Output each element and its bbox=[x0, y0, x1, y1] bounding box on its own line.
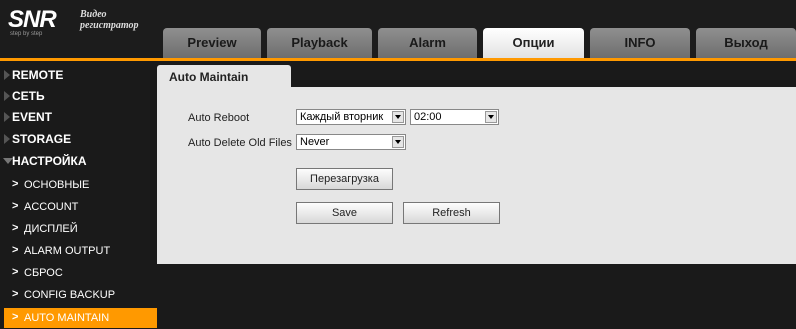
logo-brand: SNR bbox=[8, 6, 57, 33]
dropdown-arrow-icon bbox=[485, 111, 497, 123]
auto-delete-value: Never bbox=[300, 136, 330, 148]
sidebar-group-label: REMOTE bbox=[12, 68, 64, 82]
sidebar-item-auto-maintain[interactable]: > AUTO MAINTAIN bbox=[4, 308, 157, 328]
sidebar-item-alarm-output[interactable]: > ALARM OUTPUT bbox=[4, 241, 157, 261]
collapsed-arrow-icon bbox=[4, 134, 10, 144]
auto-reboot-day-value: Каждый вторник bbox=[300, 111, 384, 123]
sidebar-item-label: ALARM OUTPUT bbox=[24, 245, 111, 257]
refresh-button[interactable]: Refresh bbox=[403, 202, 500, 224]
chevron-right-icon: > bbox=[12, 178, 19, 190]
header: SNR step by step Видео регистратор Previ… bbox=[0, 0, 796, 58]
sidebar-group-event[interactable]: EVENT bbox=[0, 107, 157, 127]
collapsed-arrow-icon bbox=[4, 112, 10, 122]
auto-reboot-time-value: 02:00 bbox=[414, 111, 442, 123]
sidebar-item-label: СБРОС bbox=[24, 267, 63, 279]
tab-preview[interactable]: Preview bbox=[163, 28, 261, 58]
sidebar-item-config-backup[interactable]: > CONFIG BACKUP bbox=[4, 285, 157, 305]
top-tab-bar: Preview Playback Alarm Опции INFO Выход bbox=[157, 24, 796, 58]
sidebar: REMOTE СЕТЬ EVENT STORAGE НАСТРОЙКА > ОС… bbox=[0, 61, 157, 329]
auto-reboot-time-select[interactable]: 02:00 bbox=[410, 109, 499, 125]
sidebar-item-label: CONFIG BACKUP bbox=[24, 289, 116, 301]
chevron-right-icon: > bbox=[12, 244, 19, 256]
collapsed-arrow-icon bbox=[4, 70, 10, 80]
dropdown-arrow-icon bbox=[392, 136, 404, 148]
page-title-tab: Auto Maintain bbox=[157, 65, 291, 89]
auto-delete-select[interactable]: Never bbox=[296, 134, 406, 150]
chevron-right-icon: > bbox=[12, 311, 19, 323]
sidebar-group-network[interactable]: СЕТЬ bbox=[0, 86, 157, 106]
reboot-button[interactable]: Перезагрузка bbox=[296, 168, 393, 190]
auto-delete-label: Auto Delete Old Files bbox=[188, 137, 292, 149]
sidebar-item-reset[interactable]: > СБРОС bbox=[4, 263, 157, 283]
sidebar-group-storage[interactable]: STORAGE bbox=[0, 129, 157, 149]
save-button[interactable]: Save bbox=[296, 202, 393, 224]
sidebar-item-label: ОСНОВНЫЕ bbox=[24, 179, 90, 191]
sidebar-group-remote[interactable]: REMOTE bbox=[0, 65, 157, 85]
sidebar-item-account[interactable]: > ACCOUNT bbox=[4, 197, 157, 217]
sidebar-item-display[interactable]: > ДИСПЛЕЙ bbox=[4, 219, 157, 239]
logo-tagline: step by step bbox=[10, 31, 43, 37]
chevron-right-icon: > bbox=[12, 266, 19, 278]
sidebar-group-label: EVENT bbox=[12, 110, 53, 124]
sidebar-item-basic[interactable]: > ОСНОВНЫЕ bbox=[4, 175, 157, 195]
logo-caption-line2: регистратор bbox=[80, 20, 139, 31]
sidebar-item-label: AUTO MAINTAIN bbox=[24, 312, 110, 324]
sidebar-item-label: ДИСПЛЕЙ bbox=[24, 223, 78, 235]
sidebar-group-label: STORAGE bbox=[12, 132, 72, 146]
tab-info[interactable]: INFO bbox=[590, 28, 690, 58]
tab-playback[interactable]: Playback bbox=[267, 28, 372, 58]
chevron-right-icon: > bbox=[12, 288, 19, 300]
snr-logo: SNR step by step Видео регистратор bbox=[4, 4, 154, 42]
tab-options[interactable]: Опции bbox=[483, 28, 584, 58]
sidebar-group-label: НАСТРОЙКА bbox=[12, 154, 87, 168]
auto-reboot-day-select[interactable]: Каждый вторник bbox=[296, 109, 406, 125]
dropdown-arrow-icon bbox=[392, 111, 404, 123]
tab-alarm[interactable]: Alarm bbox=[378, 28, 477, 58]
chevron-right-icon: > bbox=[12, 222, 19, 234]
sidebar-group-settings[interactable]: НАСТРОЙКА bbox=[0, 151, 157, 171]
sidebar-item-label: ACCOUNT bbox=[24, 201, 79, 213]
auto-reboot-label: Auto Reboot bbox=[188, 112, 250, 124]
tab-logout[interactable]: Выход bbox=[696, 28, 796, 58]
collapsed-arrow-icon bbox=[4, 91, 10, 101]
sidebar-group-label: СЕТЬ bbox=[12, 89, 45, 103]
auto-maintain-panel: Auto Reboot Каждый вторник 02:00 Auto De… bbox=[157, 87, 796, 264]
chevron-right-icon: > bbox=[12, 200, 19, 212]
logo-caption-line1: Видео bbox=[80, 9, 107, 20]
main-content: Auto Maintain Auto Reboot Каждый вторник… bbox=[157, 61, 796, 329]
logo-caption: Видео регистратор bbox=[80, 9, 139, 31]
